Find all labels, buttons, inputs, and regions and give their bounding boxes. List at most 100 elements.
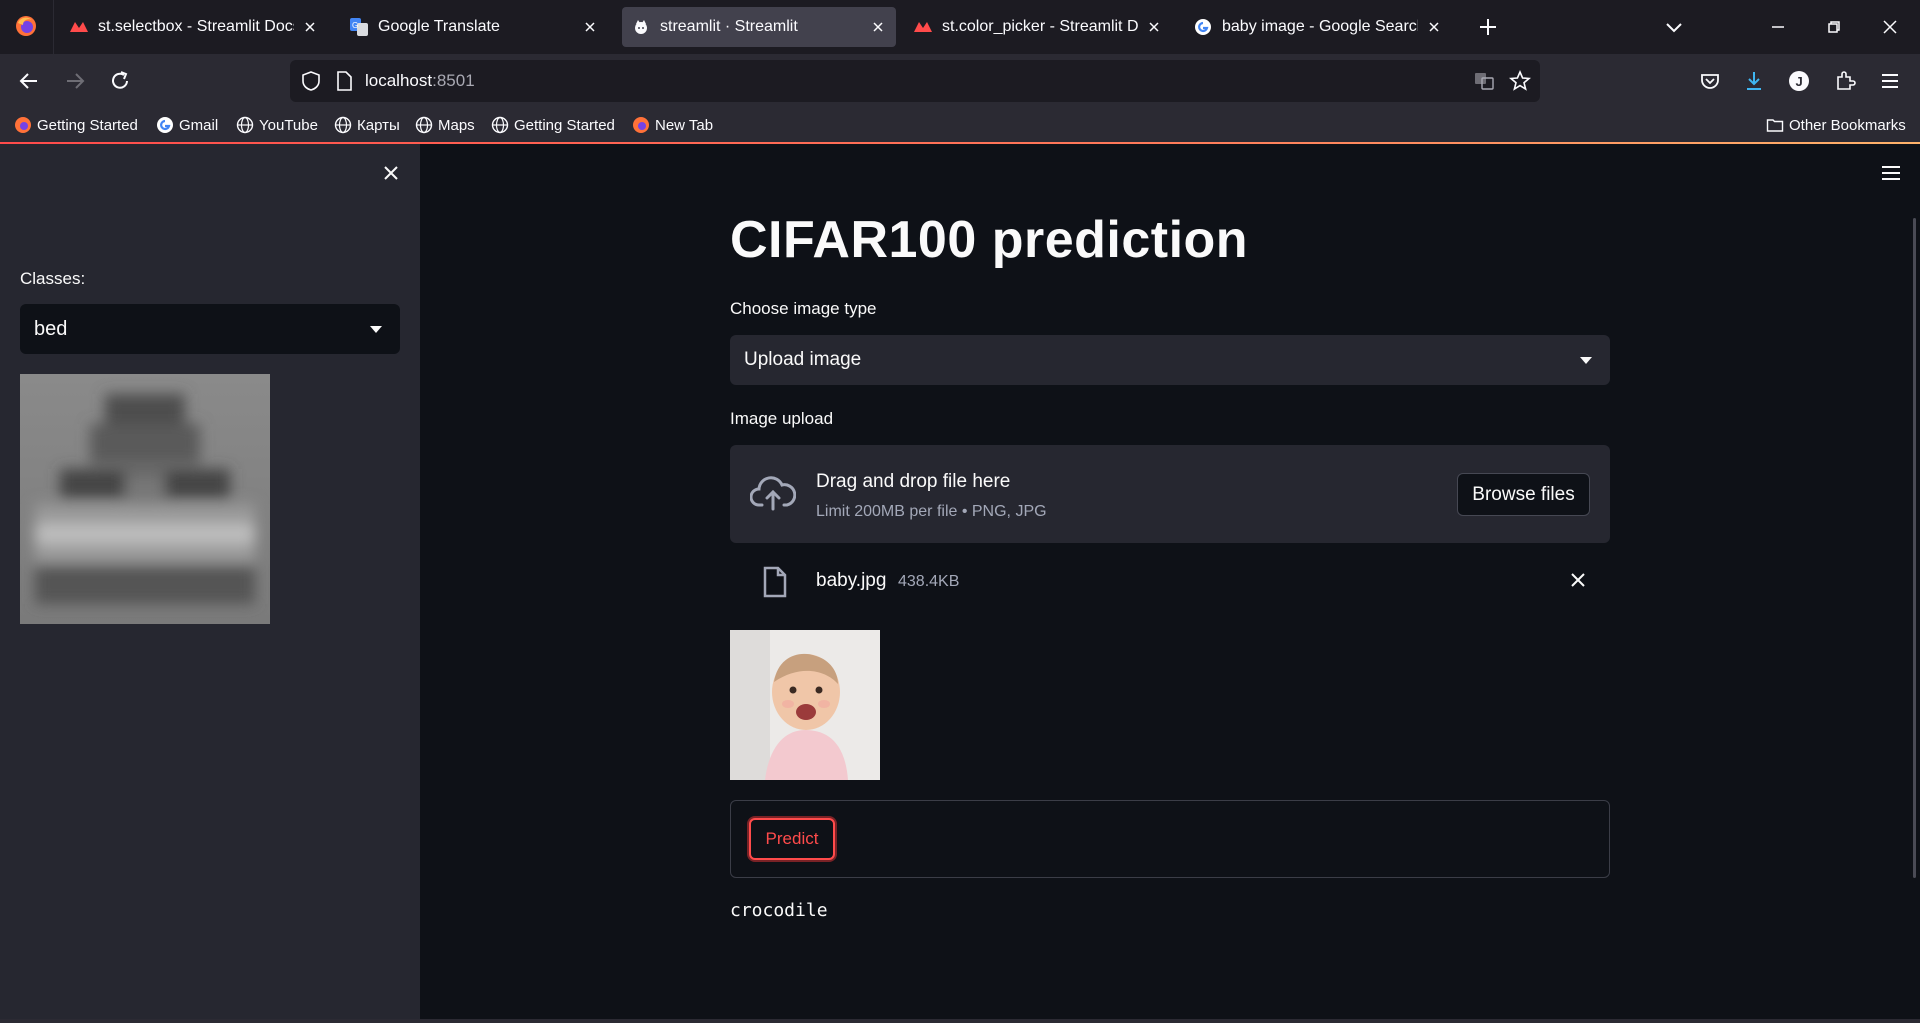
browse-files-button[interactable]: Browse files (1457, 473, 1590, 516)
google-translate-icon: G (350, 18, 368, 36)
sidebar: Classes: bed (0, 144, 420, 1023)
file-dropzone[interactable]: Drag and drop file here Limit 200MB per … (730, 445, 1610, 543)
uploaded-file-row: baby.jpg 438.4KB (730, 560, 1610, 602)
bookmark-label: Getting Started (37, 116, 138, 134)
uploaded-image-preview (730, 630, 880, 780)
firefox-icon (632, 116, 650, 134)
classes-select-value: bed (34, 317, 68, 340)
image-type-label: Choose image type (730, 299, 877, 318)
bookmark-youtube[interactable]: YouTube (236, 114, 318, 136)
bookmark-label: Gmail (179, 116, 219, 134)
globe-icon (491, 116, 509, 134)
close-tab-icon[interactable] (582, 19, 598, 35)
prediction-result: crocodile (730, 900, 828, 921)
predict-form: Predict (730, 800, 1610, 878)
tab-title: baby image - Google Search (1222, 18, 1418, 35)
image-upload-label: Image upload (730, 409, 834, 428)
dropzone-limit: Limit 200MB per file • PNG, JPG (816, 503, 1047, 520)
url-port: :8501 (432, 71, 475, 90)
firefox-menu-icon[interactable] (14, 14, 38, 38)
streamlit-crown-icon (70, 18, 88, 36)
shield-icon[interactable] (300, 70, 322, 92)
bookmark-maps[interactable]: Maps (415, 114, 475, 136)
hamburger-menu-icon[interactable] (1880, 164, 1902, 182)
bookmark-label: Maps (438, 116, 475, 134)
svg-text:G: G (352, 21, 358, 30)
google-icon (1194, 18, 1212, 36)
bookmark-karty[interactable]: Карты (334, 114, 400, 136)
account-icon[interactable]: J (1786, 68, 1812, 94)
caret-down-icon (1580, 356, 1592, 364)
tab-title: Google Translate (378, 18, 500, 35)
url-host: localhost (365, 71, 433, 90)
tab-streamlit-active[interactable]: streamlit · Streamlit (622, 7, 896, 47)
classes-select[interactable]: bed (20, 304, 400, 354)
close-icon[interactable] (380, 162, 402, 184)
url-bar[interactable]: localhost:8501 (290, 60, 1540, 102)
globe-icon (415, 116, 433, 134)
bookmarks-toolbar: Getting Started Gmail YouTube Карты Maps… (0, 108, 1920, 142)
hamburger-menu-icon[interactable] (1877, 68, 1903, 94)
close-tab-icon[interactable] (870, 19, 886, 35)
back-icon[interactable] (16, 68, 42, 94)
predict-button[interactable]: Predict (749, 818, 835, 860)
pocket-icon[interactable] (1697, 68, 1723, 94)
class-sample-image (20, 374, 270, 624)
translate-icon[interactable] (1473, 70, 1495, 92)
bookmark-star-icon[interactable] (1508, 69, 1532, 93)
scrollbar[interactable] (1913, 218, 1916, 878)
streamlit-crown-icon (914, 18, 932, 36)
minimize-icon[interactable] (1766, 15, 1790, 39)
github-icon (632, 18, 650, 36)
bookmark-label: Getting Started (514, 116, 615, 134)
file-icon (763, 566, 787, 598)
bookmark-label: Карты (357, 116, 400, 134)
page-icon[interactable] (334, 70, 354, 92)
tab-title: st.color_picker - Streamlit Docs (942, 18, 1138, 35)
tab-title: st.selectbox - Streamlit Docs (98, 18, 294, 35)
globe-icon (334, 116, 352, 134)
bookmark-gmail[interactable]: Gmail (156, 114, 218, 136)
extensions-icon[interactable] (1832, 68, 1858, 94)
bookmark-label: New Tab (655, 116, 714, 134)
google-icon (156, 116, 174, 134)
other-bookmarks-label: Other Bookmarks (1789, 116, 1906, 134)
file-name: baby.jpg (816, 570, 887, 591)
navigation-bar: localhost:8501 J (0, 54, 1920, 108)
bookmark-getting-started[interactable]: Getting Started (14, 114, 138, 136)
forward-icon[interactable] (62, 68, 88, 94)
download-icon[interactable] (1741, 68, 1767, 94)
page-title: CIFAR100 prediction (730, 211, 1249, 269)
caret-down-icon (370, 325, 382, 333)
tab-bar: st.selectbox - Streamlit Docs G Google T… (0, 0, 1920, 54)
image-type-select[interactable]: Upload image (730, 335, 1610, 385)
tab-google-translate[interactable]: G Google Translate (340, 7, 608, 47)
globe-icon (236, 116, 254, 134)
image-type-select-value: Upload image (744, 349, 862, 370)
new-tab-icon[interactable] (1476, 15, 1500, 39)
tab-title: streamlit · Streamlit (660, 18, 798, 35)
classes-label: Classes: (20, 269, 86, 288)
restore-icon[interactable] (1822, 15, 1846, 39)
close-tab-icon[interactable] (1426, 19, 1442, 35)
tab-st-color-picker[interactable]: st.color_picker - Streamlit Docs (904, 7, 1172, 47)
window-bottom-edge (0, 1019, 1920, 1023)
firefox-icon (14, 116, 32, 134)
file-size: 438.4KB (898, 573, 960, 590)
bookmark-new-tab[interactable]: New Tab (632, 114, 713, 136)
remove-file-icon[interactable] (1568, 570, 1588, 590)
close-tab-icon[interactable] (302, 19, 318, 35)
close-tab-icon[interactable] (1146, 19, 1162, 35)
chevron-down-icon[interactable] (1664, 17, 1684, 37)
close-window-icon[interactable] (1878, 15, 1902, 39)
dropzone-title: Drag and drop file here (816, 471, 1011, 492)
folder-icon (1766, 116, 1784, 134)
url-text: localhost:8501 (365, 71, 475, 91)
bookmark-label: YouTube (259, 116, 318, 134)
reload-icon[interactable] (107, 68, 133, 94)
tab-baby-image-search[interactable]: baby image - Google Search (1184, 7, 1452, 47)
other-bookmarks[interactable]: Other Bookmarks (1766, 114, 1906, 136)
tab-st-selectbox[interactable]: st.selectbox - Streamlit Docs (60, 7, 328, 47)
bookmark-getting-started-2[interactable]: Getting Started (491, 114, 615, 136)
svg-text:J: J (1796, 74, 1803, 89)
